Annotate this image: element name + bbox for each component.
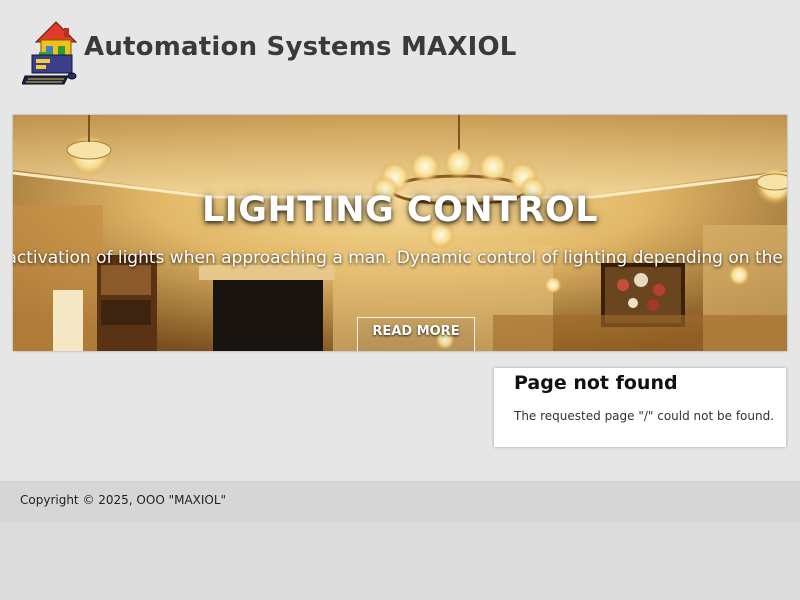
hero-slider[interactable]: LIGHTING CONTROL Automatic activation of… <box>13 115 787 351</box>
hero-background-image <box>13 115 787 351</box>
hero-title: LIGHTING CONTROL <box>201 190 599 230</box>
site-header: Automation Systems MAXIOL <box>0 0 800 110</box>
copyright-text: Copyright © 2025, OOO "MAXIOL" <box>20 493 227 507</box>
site-title[interactable]: Automation Systems MAXIOL <box>84 32 517 62</box>
page-bottom-area <box>0 522 800 600</box>
page-not-found-title: Page not found <box>514 372 678 394</box>
site-footer: Copyright © 2025, OOO "MAXIOL" <box>0 481 800 523</box>
page-not-found-message: The requested page "/" could not be foun… <box>514 409 775 423</box>
smart-house-logo-icon[interactable] <box>21 20 78 86</box>
hero-description: Automatic activation of lights when appr… <box>13 248 787 268</box>
page-not-found-box: Page not found The requested page "/" co… <box>494 368 786 447</box>
read-more-button[interactable]: READ MORE <box>357 317 475 351</box>
